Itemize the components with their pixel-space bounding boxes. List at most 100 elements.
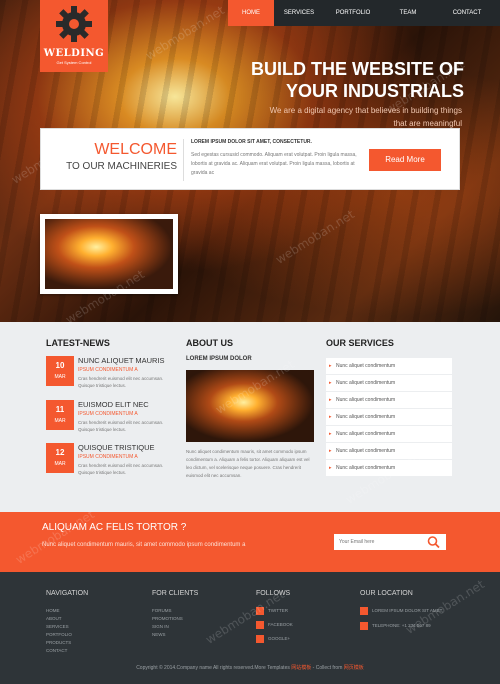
nav-contact[interactable]: CONTACT	[434, 0, 500, 26]
footer-link[interactable]: NEWS	[152, 632, 166, 637]
logo[interactable]: WELDING Get System Control	[40, 0, 108, 72]
footer-follows-title: FOLLOWS	[256, 590, 291, 597]
copyright-link[interactable]: 网站模板	[291, 665, 311, 671]
nav-services[interactable]: SERVICES	[274, 0, 324, 26]
footer-link[interactable]: GOOGLE+	[268, 636, 290, 641]
footer-link[interactable]: PORTFOLIO	[46, 632, 72, 637]
home-icon	[360, 607, 368, 615]
copyright-text: - Collect from	[312, 665, 344, 671]
news-excerpt: Cras hendrerit euismod elit nec accumsan…	[78, 463, 164, 475]
footer-link[interactable]: TWITTER	[268, 608, 288, 613]
logo-tagline: Get System Control	[56, 60, 92, 65]
service-label: Nunc aliquet condimentum	[336, 448, 396, 454]
welcome-body: Sed egestas cursusid commodo. Aliquam er…	[191, 152, 357, 176]
gear-icon	[56, 6, 92, 42]
about-text: Nunc aliquet condimentum mauris, sit ame…	[186, 449, 310, 478]
footer-nav-title: NAVIGATION	[46, 590, 89, 597]
news-title: LATEST-NEWS	[46, 338, 110, 348]
service-item[interactable]: ▸ Nunc aliquet condimentum	[326, 375, 452, 391]
footer-link[interactable]: CONTACT	[46, 648, 67, 653]
chevron-right-icon: ▸	[329, 397, 332, 403]
divider	[183, 139, 184, 181]
news-headline[interactable]: EUISMOD ELIT NEC	[78, 400, 149, 409]
service-item[interactable]: ▸ Nunc aliquet condimentum	[326, 409, 452, 425]
footer-link[interactable]: HOME	[46, 608, 60, 613]
nav-home[interactable]: HOME	[228, 0, 274, 26]
date-badge: 12 MAR	[46, 443, 74, 473]
date-month: MAR	[54, 418, 66, 424]
welcome-title: WELCOME	[94, 141, 177, 158]
footer-link[interactable]: FORUMS	[152, 608, 172, 613]
featured-photo	[45, 219, 173, 289]
footer-link[interactable]: SIGN IN	[152, 624, 169, 629]
read-more-button[interactable]: Read More	[369, 149, 441, 171]
news-subtitle: IPSUM CONDIMENTUM A	[78, 367, 138, 373]
hero-title-line1: BUILD THE WEBSITE OF	[251, 59, 464, 79]
news-excerpt: Cras hendrerit euismod elit nec accumsan…	[78, 376, 164, 388]
news-headline[interactable]: NUNC ALIQUET MAURIS	[78, 356, 165, 365]
date-day: 10	[55, 361, 65, 370]
news-excerpt: Cras hendrerit euismod elit nec accumsan…	[78, 420, 164, 432]
service-label: Nunc aliquet condimentum	[336, 414, 396, 420]
footer-link[interactable]: PRODUCTS	[46, 640, 71, 645]
services-title: OUR SERVICES	[326, 338, 394, 348]
news-item[interactable]: 11 MAR EUISMOD ELIT NEC IPSUM CONDIMENTU…	[46, 400, 172, 434]
footer: NAVIGATION HOME ABOUT SERVICES PORTFOLIO…	[0, 572, 500, 684]
chevron-right-icon: ▸	[329, 363, 332, 369]
chevron-right-icon: ▸	[329, 431, 332, 437]
service-item[interactable]: ▸ Nunc aliquet condimentum	[326, 392, 452, 408]
google-plus-icon[interactable]	[256, 635, 264, 643]
hero-title: BUILD THE WEBSITE OF YOUR INDUSTRIALS	[251, 58, 464, 102]
footer-link[interactable]: ABOUT	[46, 616, 62, 621]
service-label: Nunc aliquet condimentum	[336, 397, 396, 403]
service-label: Nunc aliquet condimentum	[336, 380, 396, 386]
footer-link[interactable]: FACEBOOK	[268, 622, 293, 627]
news-item[interactable]: 10 MAR NUNC ALIQUET MAURIS IPSUM CONDIME…	[46, 356, 172, 390]
date-month: MAR	[54, 374, 66, 380]
footer-link[interactable]: SERVICES	[46, 624, 69, 629]
copyright-link[interactable]: 网页模板	[344, 665, 364, 671]
copyright: Copyright © 2014.Company name All rights…	[0, 664, 500, 671]
date-badge: 11 MAR	[46, 400, 74, 430]
copyright-text: Copyright © 2014.Company name All rights…	[136, 665, 290, 671]
chevron-right-icon: ▸	[329, 448, 332, 454]
about-image	[186, 370, 314, 442]
footer-link[interactable]: PROMOTIONS	[152, 616, 183, 621]
nav-portfolio[interactable]: PORTFOLIO	[324, 0, 382, 26]
welcome-heading: LOREM IPSUM DOLOR SIT AMET, CONSECTETUR.	[191, 139, 312, 145]
about-subtitle: LOREM IPSUM DOLOR	[186, 356, 252, 362]
date-day: 12	[55, 448, 65, 457]
facebook-icon[interactable]	[256, 621, 264, 629]
news-item[interactable]: 12 MAR QUISQUE TRISTIQUE IPSUM CONDIMENT…	[46, 443, 172, 477]
chevron-right-icon: ▸	[329, 414, 332, 420]
about-title: ABOUT US	[186, 338, 233, 348]
service-label: Nunc aliquet condimentum	[336, 465, 396, 471]
featured-image[interactable]	[40, 214, 178, 294]
footer-clients-title: FOR CLIENTS	[152, 590, 199, 597]
logo-text: WELDING	[43, 48, 105, 59]
service-item[interactable]: ▸ Nunc aliquet condimentum	[326, 358, 452, 374]
chevron-right-icon: ▸	[329, 465, 332, 471]
service-item[interactable]: ▸ Nunc aliquet condimentum	[326, 460, 452, 476]
news-headline[interactable]: QUISQUE TRISTIQUE	[78, 443, 155, 452]
nav-team[interactable]: TEAM	[382, 0, 434, 26]
cta-title: ALIQUAM AC FELIS TORTOR ?	[42, 522, 187, 533]
service-label: Nunc aliquet condimentum	[336, 431, 396, 437]
main-nav: HOME SERVICES PORTFOLIO TEAM CONTACT	[228, 0, 500, 26]
chevron-right-icon: ▸	[329, 380, 332, 386]
search-icon[interactable]	[426, 535, 442, 549]
date-badge: 10 MAR	[46, 356, 74, 386]
service-item[interactable]: ▸ Nunc aliquet condimentum	[326, 426, 452, 442]
date-month: MAR	[54, 461, 66, 467]
welcome-bar: WELCOME TO OUR MACHINERIES LOREM IPSUM D…	[40, 128, 460, 190]
news-subtitle: IPSUM CONDIMENTUM A	[78, 454, 138, 460]
phone-icon	[360, 622, 368, 630]
twitter-icon[interactable]	[256, 607, 264, 615]
hero-title-line2: YOUR INDUSTRIALS	[285, 81, 464, 101]
service-item[interactable]: ▸ Nunc aliquet condimentum	[326, 443, 452, 459]
hero-subtitle: We are a digital agency that believes in…	[269, 106, 462, 128]
cta-bar: ALIQUAM AC FELIS TORTOR ? Nunc aliquet c…	[0, 512, 500, 572]
footer-address: LOREM IPSUM DOLOR SIT AMET,	[372, 608, 444, 613]
service-label: Nunc aliquet condimentum	[336, 363, 396, 369]
date-day: 11	[55, 405, 65, 414]
